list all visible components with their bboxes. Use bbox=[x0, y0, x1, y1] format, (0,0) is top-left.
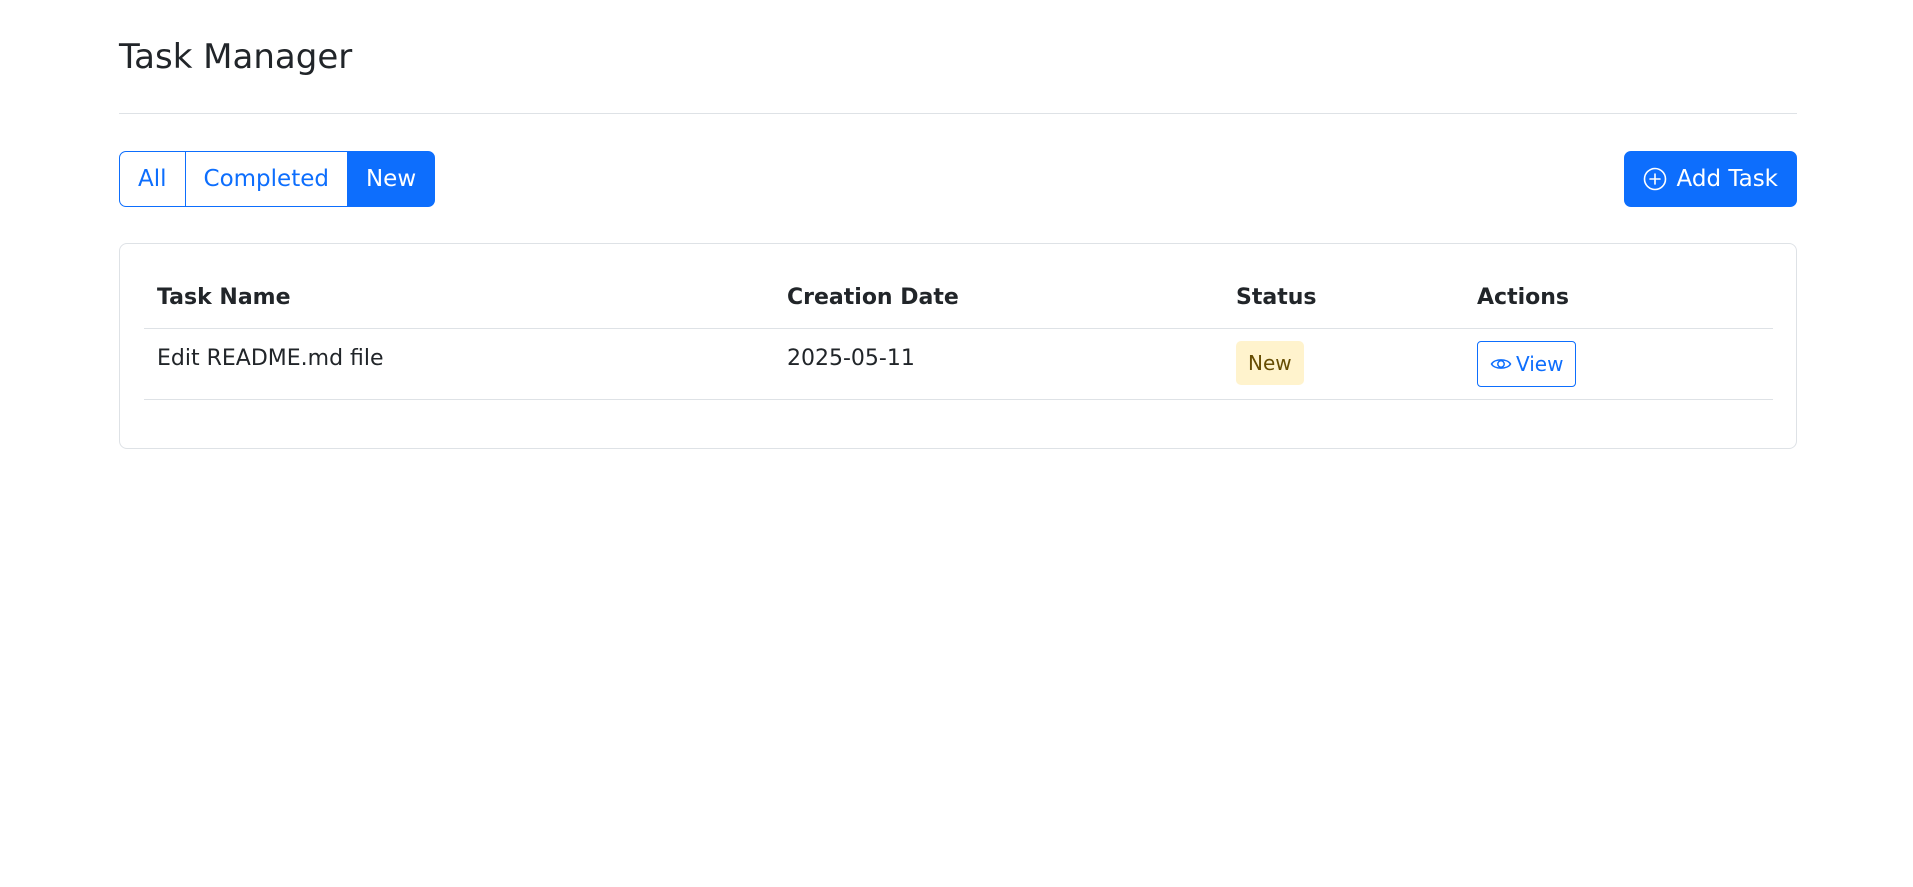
task-name-cell: Edit README.md file bbox=[157, 346, 384, 371]
header-actions: Actions bbox=[1477, 285, 1569, 310]
status-filter-group: All Completed New bbox=[119, 151, 436, 207]
filter-new-button[interactable]: New bbox=[346, 151, 436, 207]
title-divider bbox=[119, 113, 1797, 114]
view-label: View bbox=[1516, 352, 1564, 376]
header-creation-date: Creation Date bbox=[787, 285, 959, 310]
plus-circle-icon bbox=[1643, 167, 1667, 191]
page-title: Task Manager bbox=[119, 37, 353, 77]
view-task-button[interactable]: View bbox=[1477, 341, 1577, 387]
table-row: Edit README.md file 2025-05-11 New View bbox=[144, 329, 1773, 400]
add-task-label: Add Task bbox=[1676, 166, 1778, 192]
tasks-card: Task Name Creation Date Status Actions E… bbox=[119, 243, 1797, 449]
creation-date-cell: 2025-05-11 bbox=[787, 346, 915, 371]
header-task-name: Task Name bbox=[157, 285, 291, 310]
table-header: Task Name Creation Date Status Actions bbox=[144, 268, 1773, 329]
filter-completed-button[interactable]: Completed bbox=[184, 151, 348, 207]
header-status: Status bbox=[1236, 285, 1317, 310]
add-task-button[interactable]: Add Task bbox=[1623, 151, 1797, 207]
tasks-table: Task Name Creation Date Status Actions E… bbox=[144, 268, 1773, 400]
filter-all-button[interactable]: All bbox=[119, 151, 186, 207]
status-badge: New bbox=[1236, 341, 1304, 385]
eye-icon bbox=[1490, 355, 1512, 373]
